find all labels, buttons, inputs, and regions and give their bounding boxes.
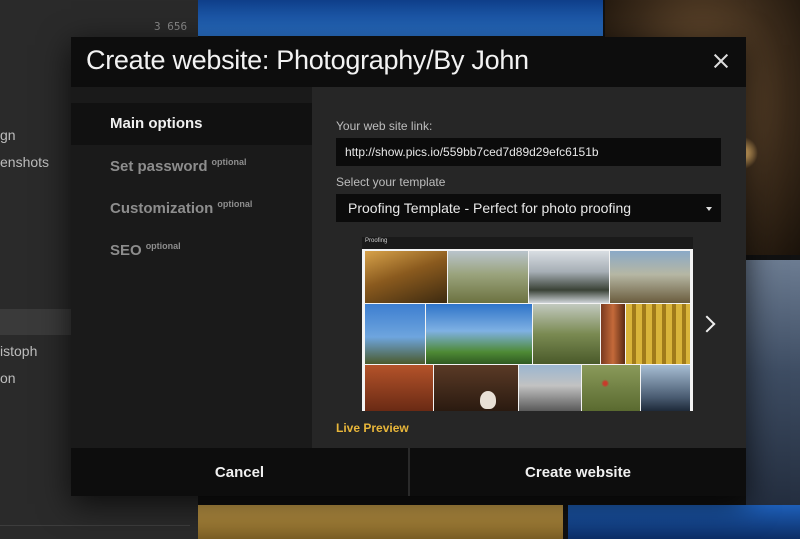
preview-thumbnail bbox=[365, 304, 425, 364]
link-label: Your web site link: bbox=[336, 119, 433, 133]
background-sidebar-item[interactable]: enshots bbox=[0, 154, 49, 170]
preview-thumbnail bbox=[519, 365, 581, 411]
preview-thumbnail bbox=[448, 251, 528, 303]
background-photo[interactable] bbox=[198, 505, 563, 539]
background-photo[interactable] bbox=[746, 260, 800, 539]
nav-item-label: Set password bbox=[110, 158, 208, 175]
options-nav: Main options Set password optional Custom… bbox=[71, 87, 312, 448]
background-divider bbox=[0, 525, 190, 526]
live-preview-link[interactable]: Live Preview bbox=[336, 421, 409, 435]
cancel-button[interactable]: Cancel bbox=[71, 448, 408, 496]
background-sidebar-item[interactable]: istoph bbox=[0, 343, 37, 359]
template-label: Select your template bbox=[336, 175, 446, 189]
nav-item-seo[interactable]: SEO optional bbox=[71, 229, 312, 271]
preview-thumbnail bbox=[365, 365, 433, 411]
background-photo[interactable] bbox=[198, 0, 603, 36]
nav-item-label: Customization bbox=[110, 200, 214, 217]
preview-thumbnail bbox=[533, 304, 600, 364]
main-options-panel: Your web site link: Select your template… bbox=[312, 87, 746, 448]
template-selected-value: Proofing Template - Perfect for photo pr… bbox=[348, 200, 632, 216]
background-photo[interactable] bbox=[568, 505, 800, 539]
optional-tag: optional bbox=[211, 157, 247, 167]
nav-item-customization[interactable]: Customization optional bbox=[71, 187, 312, 229]
nav-item-label: Main options bbox=[110, 115, 203, 132]
preview-title: Proofing bbox=[365, 238, 388, 244]
chevron-right-icon[interactable] bbox=[700, 313, 714, 335]
preview-thumbnail bbox=[434, 365, 518, 411]
preview-thumbnail bbox=[610, 251, 690, 303]
nav-item-main-options[interactable]: Main options bbox=[71, 103, 312, 145]
preview-thumbnail bbox=[529, 251, 609, 303]
preview-thumbnail bbox=[601, 304, 625, 364]
create-website-button[interactable]: Create website bbox=[410, 448, 746, 496]
preview-thumbnail bbox=[582, 365, 640, 411]
nav-item-set-password[interactable]: Set password optional bbox=[71, 145, 312, 187]
dog-shape bbox=[480, 391, 496, 409]
nav-item-label: SEO bbox=[110, 242, 142, 259]
dialog-title: Create website: Photography/By John bbox=[86, 45, 529, 75]
preview-thumbnail bbox=[626, 304, 690, 364]
preview-thumbnail bbox=[641, 365, 690, 411]
preview-thumbnail bbox=[365, 251, 447, 303]
background-sidebar-item[interactable]: gn bbox=[0, 127, 16, 143]
preview-header: Proofing bbox=[362, 237, 693, 249]
optional-tag: optional bbox=[145, 241, 181, 251]
dialog-footer: Cancel Create website bbox=[71, 448, 746, 496]
close-icon[interactable] bbox=[710, 50, 732, 72]
caret-down-icon bbox=[706, 207, 712, 211]
background-count: 3 656 bbox=[154, 20, 188, 33]
optional-tag: optional bbox=[217, 199, 253, 209]
create-website-dialog: Create website: Photography/By John Main… bbox=[71, 37, 746, 496]
dialog-header: Create website: Photography/By John bbox=[71, 37, 746, 87]
template-select[interactable]: Proofing Template - Perfect for photo pr… bbox=[336, 194, 721, 222]
template-preview: Proofing bbox=[362, 237, 693, 411]
preview-thumbnail bbox=[426, 304, 532, 364]
website-link-field[interactable] bbox=[336, 138, 721, 166]
background-sidebar-item[interactable]: on bbox=[0, 370, 16, 386]
